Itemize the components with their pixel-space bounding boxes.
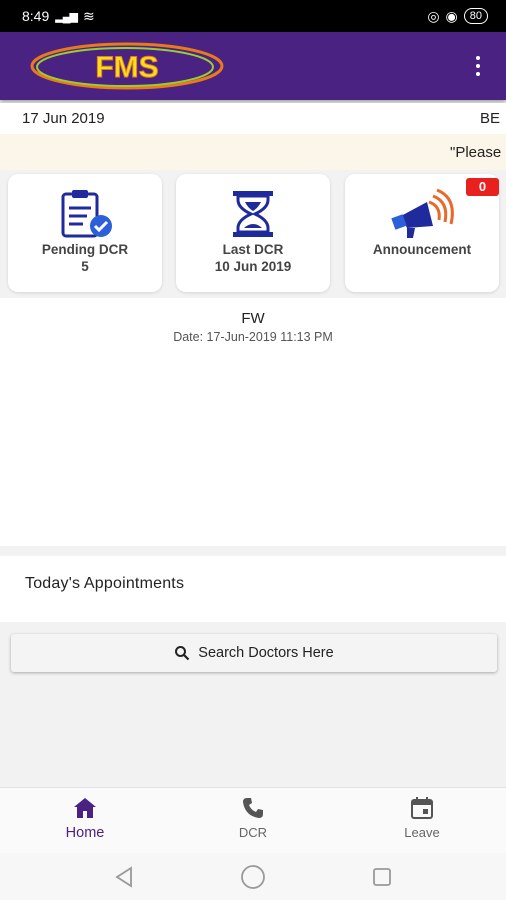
nav-leave[interactable]: Leave xyxy=(362,794,482,840)
date-row: 17 Jun 2019 BE xyxy=(0,103,506,134)
nav-leave-label: Leave xyxy=(404,825,440,840)
date-row-right: BE xyxy=(479,110,500,127)
pending-dcr-card[interactable]: Pending DCR 5 xyxy=(8,174,162,292)
search-doctors-label: Search Doctors Here xyxy=(198,645,334,661)
svg-text:FMS: FMS xyxy=(95,51,158,84)
clipboard-check-icon xyxy=(8,188,162,240)
wifi-icon: ≋ xyxy=(82,7,95,24)
last-dcr-card[interactable]: Last DCR 10 Jun 2019 xyxy=(176,174,330,292)
todays-appointments-section: Today's Appointments xyxy=(0,556,506,622)
fw-panel: FW Date: 17-Jun-2019 11:13 PM xyxy=(0,298,506,546)
marquee-text: "Please xyxy=(450,144,502,161)
last-dcr-label: Last DCR 10 Jun 2019 xyxy=(214,242,292,274)
back-icon[interactable] xyxy=(113,865,135,888)
status-left: 8:49 ▂▄▆ ≋ xyxy=(22,8,95,25)
system-navigation-bar xyxy=(0,853,506,900)
todays-appointments-title: Today's Appointments xyxy=(25,575,185,592)
status-right: ◎ ◉ 80 xyxy=(427,8,488,25)
signal-icon: ▂▄▆ xyxy=(55,10,78,23)
megaphone-icon xyxy=(345,188,499,240)
bottom-navigation: Home DCR Leave xyxy=(0,787,506,853)
search-icon xyxy=(175,646,190,661)
announcement-label: Announcement xyxy=(372,242,472,257)
status-time: 8:49 xyxy=(22,8,50,24)
battery-icon: 80 xyxy=(463,8,488,24)
hourglass-icon xyxy=(176,188,330,240)
home-icon xyxy=(25,794,145,822)
recents-icon[interactable] xyxy=(371,866,393,888)
vibrate-icon: ◎ xyxy=(427,7,440,24)
dashboard-cards: Pending DCR 5 Last DCR 10 Jun 2019 0 Ann… xyxy=(0,170,506,298)
phone-icon xyxy=(193,794,313,822)
nav-home[interactable]: Home xyxy=(25,794,145,841)
pending-dcr-label: Pending DCR 5 xyxy=(41,242,129,274)
app-bar: FMS xyxy=(0,32,506,100)
fw-date: Date: 17-Jun-2019 11:13 PM xyxy=(173,330,333,344)
nav-dcr[interactable]: DCR xyxy=(193,794,313,840)
home-circle-icon[interactable] xyxy=(240,864,266,890)
nav-dcr-label: DCR xyxy=(238,825,268,840)
nav-home-label: Home xyxy=(65,825,105,841)
alarm-icon: ◉ xyxy=(445,7,458,24)
current-date: 17 Jun 2019 xyxy=(22,110,105,127)
announcement-marquee: "Please xyxy=(0,134,506,170)
status-bar: 8:49 ▂▄▆ ≋ ◎ ◉ 80 xyxy=(0,0,506,32)
fms-logo: FMS xyxy=(30,42,224,90)
overflow-menu-button[interactable] xyxy=(472,54,484,78)
calendar-icon xyxy=(362,794,482,822)
search-doctors-button[interactable]: Search Doctors Here xyxy=(11,634,497,672)
announcement-card[interactable]: 0 Announcement xyxy=(345,174,499,292)
fw-title: FW xyxy=(241,310,265,327)
